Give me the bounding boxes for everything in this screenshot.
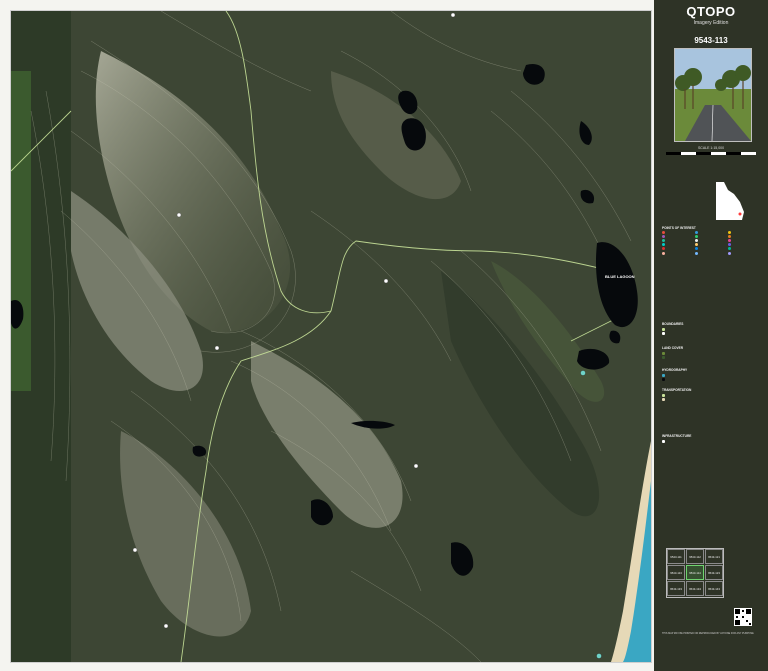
map-sheet: BLUE LAGOON QTOPO Imagery Edition 9543-1… (0, 0, 768, 671)
scale-label: SCALE 1:15,000 (697, 146, 725, 150)
index-cell: 9543-143 (705, 581, 723, 596)
poi-symbols (662, 230, 762, 255)
queensland-locator-map (716, 182, 744, 220)
map-subtitle: Imagery Edition (693, 20, 729, 26)
index-cell: 9543-121 (705, 549, 723, 564)
map-title: QTOPO (686, 4, 736, 19)
reproduction-notice: THIS MAP MAY BE PRINTED OR REPRODUCED BY… (662, 632, 754, 635)
transportation-section: TRANSPORTATION (662, 388, 762, 402)
scale-bar (666, 152, 756, 155)
index-cell: 9543-123 (705, 565, 723, 580)
map-imagery (11, 11, 651, 662)
index-cell: 9543-113 (667, 565, 685, 580)
cover-photo (674, 48, 752, 142)
sheet-index-grid: 9543-111 9543-112 9543-121 9543-113 9543… (666, 548, 724, 598)
index-cell: 9543-134 (686, 581, 704, 596)
index-cell: 9543-133 (667, 581, 685, 596)
index-cell: 9543-111 (667, 549, 685, 564)
boundaries-section: BOUNDARIES (662, 322, 762, 336)
land-cover-section: LAND COVER (662, 346, 762, 360)
sheet-number: 9543-113 (694, 36, 728, 45)
hydrography-section: HYDROGRAPHY (662, 368, 762, 382)
infrastructure-section: INFRASTRUCTURE (662, 434, 762, 444)
index-cell: 9543-112 (686, 549, 704, 564)
imagery-map[interactable]: BLUE LAGOON (10, 10, 652, 663)
lake-label: BLUE LAGOON (605, 274, 635, 279)
qr-code[interactable] (734, 608, 752, 626)
index-cell-current: 9543-114 (686, 565, 704, 580)
legend-panel: QTOPO Imagery Edition 9543-113 SCALE 1:1… (654, 0, 768, 671)
